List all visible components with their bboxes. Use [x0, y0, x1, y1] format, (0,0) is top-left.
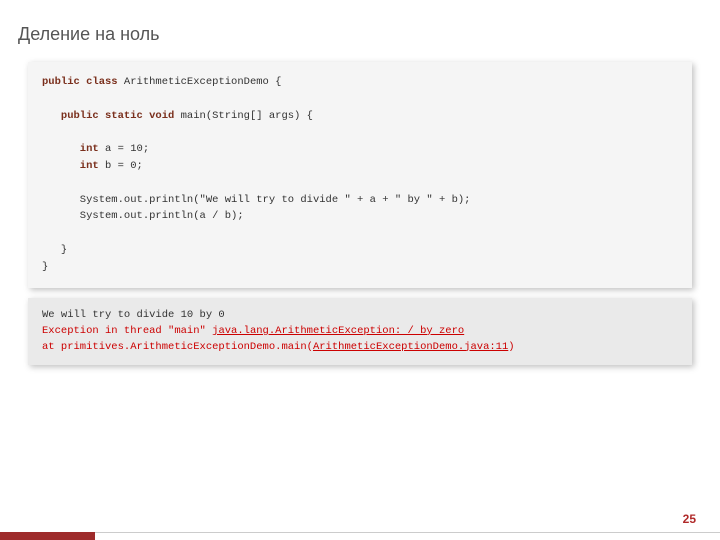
code-text: }: [42, 261, 48, 273]
bottom-divider: [0, 532, 720, 533]
code-keyword: public static void: [42, 110, 174, 122]
output-error-line: Exception in thread "main" java.lang.Ari…: [42, 324, 678, 340]
code-block: public class ArithmeticExceptionDemo { p…: [28, 62, 692, 288]
output-text: ): [508, 341, 514, 353]
output-link: ArithmeticExceptionDemo.java:11: [313, 341, 508, 353]
code-text: main(String[] args) {: [174, 110, 313, 122]
code-text: System.out.println("We will try to divid…: [42, 194, 470, 206]
code-keyword: int: [42, 143, 99, 155]
accent-bar: [0, 532, 95, 540]
code-text: ArithmeticExceptionDemo {: [118, 76, 282, 88]
code-keyword: public class: [42, 76, 118, 88]
code-text: System.out.println(a / b);: [42, 210, 244, 222]
output-line: We will try to divide 10 by 0: [42, 308, 678, 324]
output-error-line: at primitives.ArithmeticExceptionDemo.ma…: [42, 340, 678, 356]
code-text: b = 0;: [99, 160, 143, 172]
output-link: java.lang.ArithmeticException: / by zero: [212, 325, 464, 337]
code-text: }: [42, 244, 67, 256]
slide-title: Деление на ноль: [18, 24, 160, 45]
page-number: 25: [683, 512, 696, 526]
output-text: Exception in thread "main": [42, 325, 212, 337]
code-text: a = 10;: [99, 143, 149, 155]
output-block: We will try to divide 10 by 0 Exception …: [28, 298, 692, 365]
code-keyword: int: [42, 160, 99, 172]
output-text: at primitives.ArithmeticExceptionDemo.ma…: [42, 341, 313, 353]
